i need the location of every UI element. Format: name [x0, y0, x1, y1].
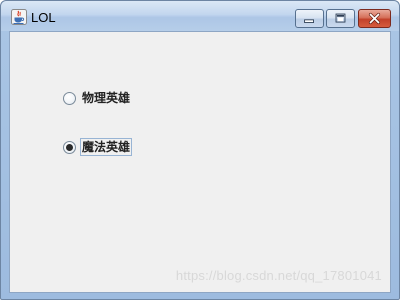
radio-option-physical-hero[interactable]: 物理英雄 — [63, 89, 132, 107]
radio-button-selected[interactable] — [63, 140, 76, 154]
close-icon — [368, 12, 381, 25]
java-cup-icon[interactable] — [11, 9, 27, 25]
maximize-icon — [335, 13, 346, 23]
radio-option-magic-hero[interactable]: 魔法英雄 — [63, 138, 133, 156]
content-panel: 物理英雄 魔法英雄 https://blog.csdn.net/qq_17801… — [9, 31, 391, 293]
radio-button[interactable] — [63, 91, 76, 105]
radio-label[interactable]: 魔法英雄 — [80, 138, 133, 156]
minimize-icon — [304, 19, 314, 23]
maximize-button[interactable] — [326, 9, 355, 28]
minimize-button[interactable] — [295, 9, 324, 28]
radio-label[interactable]: 物理英雄 — [80, 89, 132, 107]
title-bar[interactable]: LOL — [1, 1, 399, 31]
app-window: LOL 物理英雄 魔法英雄 https://blog.csdn.net/qq_1… — [0, 0, 400, 300]
watermark-text: https://blog.csdn.net/qq_17801041 — [175, 268, 382, 283]
window-title: LOL — [31, 10, 56, 25]
close-button[interactable] — [358, 9, 391, 28]
